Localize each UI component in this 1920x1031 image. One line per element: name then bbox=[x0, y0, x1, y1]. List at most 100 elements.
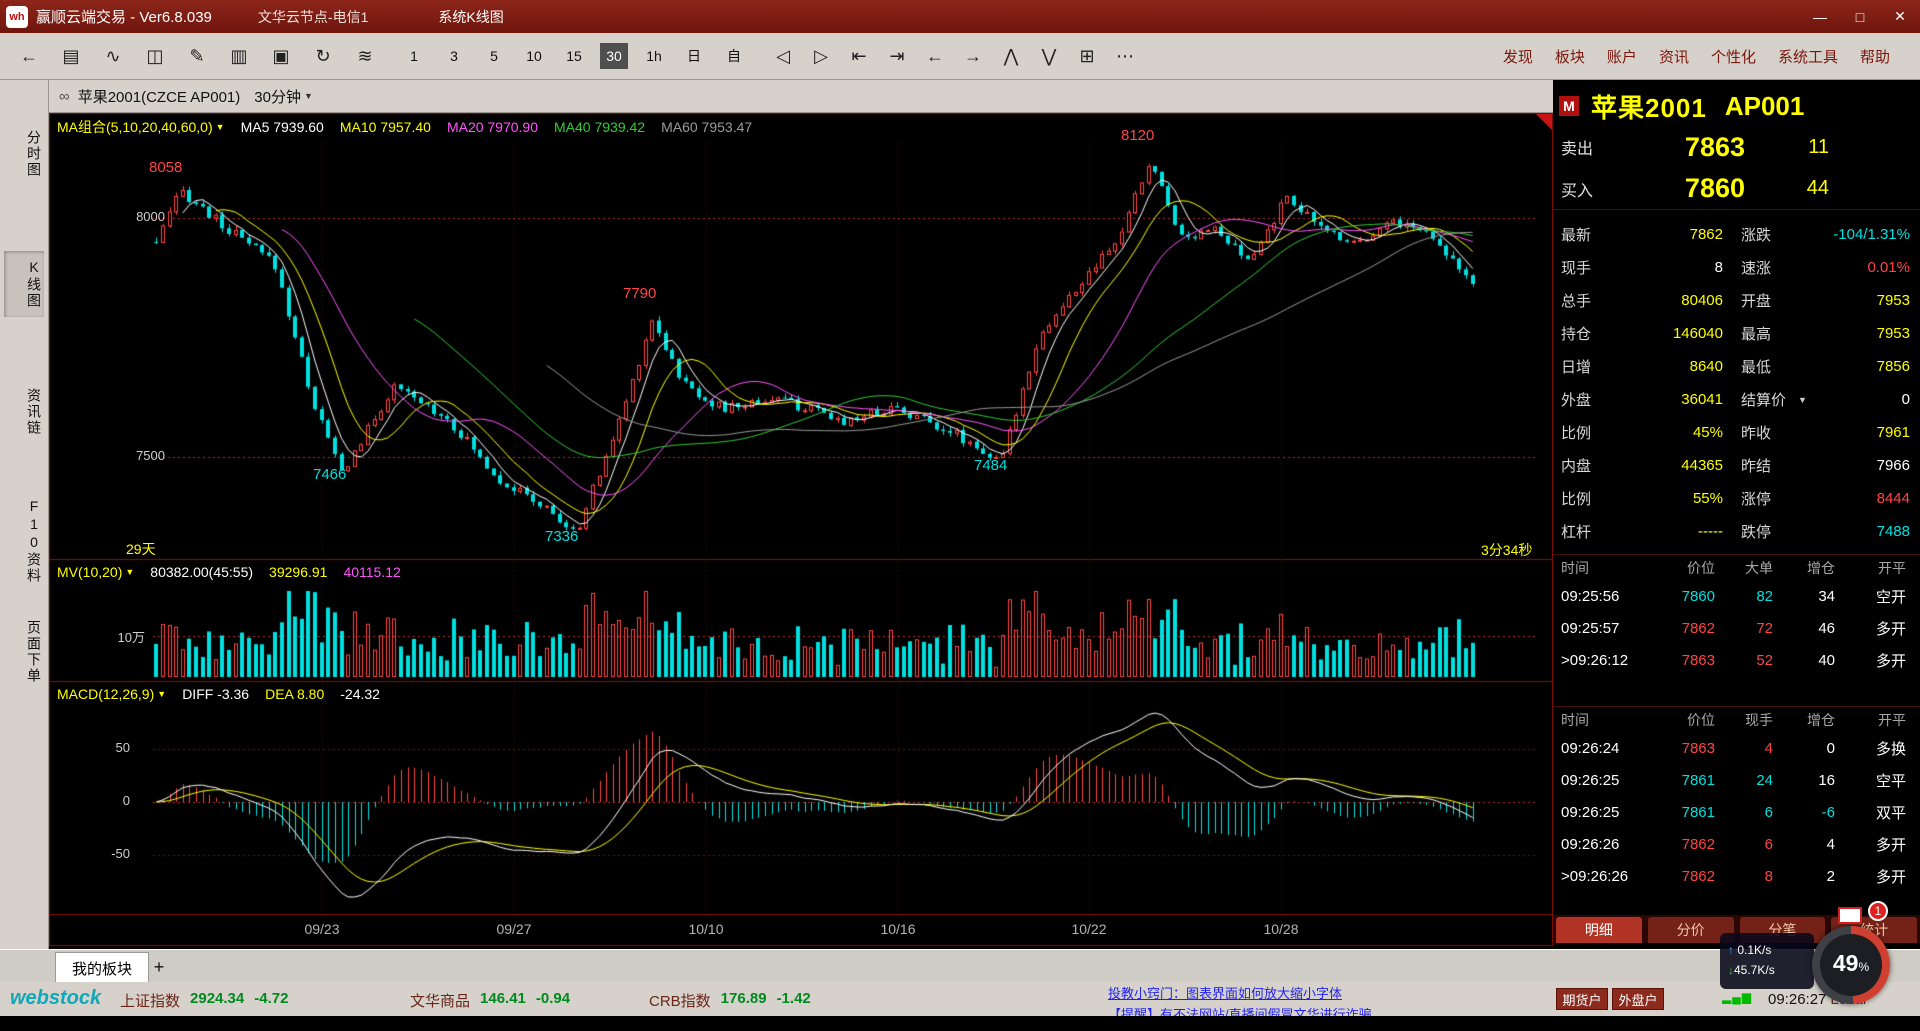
close-button[interactable]: ✕ bbox=[1880, 4, 1920, 30]
quote-value: 8640 bbox=[1615, 358, 1723, 375]
table-row[interactable]: >09:26:1278635240多开 bbox=[1553, 644, 1920, 676]
table-row[interactable]: 09:26:2578612416空平 bbox=[1553, 764, 1920, 796]
menu-help[interactable]: 帮助 bbox=[1860, 46, 1890, 67]
settlement-dropdown-icon[interactable]: ▼ bbox=[1798, 395, 1807, 405]
menu-news[interactable]: 资讯 bbox=[1659, 46, 1689, 67]
table-row[interactable]: 09:26:2578616-6双平 bbox=[1553, 796, 1920, 828]
period-button-15[interactable]: 15 bbox=[560, 43, 588, 69]
current-page-name[interactable]: 系统K线图 bbox=[438, 7, 503, 27]
maximize-button[interactable]: □ bbox=[1840, 4, 1880, 30]
cell-price: 7860 bbox=[1647, 588, 1715, 605]
index-value: 2924.34 bbox=[190, 990, 244, 1011]
index-name: CRB指数 bbox=[649, 990, 711, 1011]
notification-badge[interactable]: 1 bbox=[1868, 901, 1888, 921]
pan-left-icon[interactable]: ← bbox=[916, 40, 954, 72]
draw-tool-icon[interactable]: ✎ bbox=[176, 40, 218, 72]
cell-position-change: 34 bbox=[1773, 588, 1835, 605]
jump-end-icon[interactable]: ⇥ bbox=[878, 40, 916, 72]
ma-indicator-selector[interactable]: MA组合(5,10,20,40,60,0) ▼ bbox=[57, 117, 225, 137]
save-icon[interactable]: ▣ bbox=[260, 40, 302, 72]
ask-price: 7863 bbox=[1635, 132, 1745, 163]
period-button-日[interactable]: 日 bbox=[680, 43, 708, 69]
overseas-account-button[interactable]: 外盘户 bbox=[1612, 988, 1664, 1010]
quote-value: 0.01% bbox=[1795, 259, 1920, 276]
menu-boards[interactable]: 板块 bbox=[1555, 46, 1585, 67]
sidebar-tab-f10[interactable]: F10资料 bbox=[4, 490, 44, 592]
index-value: 176.89 bbox=[721, 990, 767, 1011]
download-speed: 45.7K/s bbox=[1734, 963, 1775, 977]
zigzag-icon[interactable]: ≋ bbox=[344, 40, 386, 72]
period-button-1h[interactable]: 1h bbox=[640, 43, 668, 69]
refresh-icon[interactable]: ↻ bbox=[302, 40, 344, 72]
quote-value: 7966 bbox=[1795, 457, 1920, 474]
message-icon[interactable] bbox=[1838, 907, 1862, 924]
volume-value: 40115.12 bbox=[343, 564, 400, 580]
back-icon[interactable]: ← bbox=[8, 40, 50, 72]
menu-discover[interactable]: 发现 bbox=[1503, 46, 1533, 67]
quote-label: 比例 bbox=[1553, 422, 1615, 443]
cell-position-change: 2 bbox=[1773, 868, 1835, 885]
compress-icon[interactable]: ⋀ bbox=[992, 40, 1030, 72]
sidebar-tab-kline[interactable]: K线图 bbox=[4, 251, 44, 317]
table-row[interactable]: >09:26:26786282多开 bbox=[1553, 860, 1920, 892]
more-icon[interactable]: ⋯ bbox=[1106, 40, 1144, 72]
period-button-5[interactable]: 5 bbox=[480, 43, 508, 69]
index-change: -4.72 bbox=[254, 990, 288, 1011]
line-chart-icon[interactable]: ∿ bbox=[92, 40, 134, 72]
quote-label: 涨跌 bbox=[1723, 224, 1795, 245]
bid-row[interactable]: 买入 7860 44 bbox=[1553, 168, 1920, 210]
price-annotation: 7484 bbox=[974, 457, 1007, 474]
pan-right-icon[interactable]: → bbox=[954, 40, 992, 72]
cell-time: >09:26:26 bbox=[1553, 868, 1647, 885]
link-icon[interactable]: ∞ bbox=[59, 88, 70, 105]
jump-start-icon[interactable]: ⇤ bbox=[840, 40, 878, 72]
kline-chart[interactable] bbox=[49, 113, 1553, 949]
period-button-10[interactable]: 10 bbox=[520, 43, 548, 69]
menu-system-tools[interactable]: 系统工具 bbox=[1778, 46, 1838, 67]
progress-gauge: 49 % bbox=[1812, 926, 1890, 1004]
table-row[interactable]: 09:26:26786264多开 bbox=[1553, 828, 1920, 860]
quote-value: ----- bbox=[1615, 523, 1723, 540]
prev-page-icon[interactable]: ◁ bbox=[764, 40, 802, 72]
table-header: 时间价位大单增仓开平 bbox=[1553, 554, 1920, 580]
date-axis-label: 10/28 bbox=[1253, 921, 1309, 937]
quote-symbol-code: AP001 bbox=[1725, 91, 1805, 122]
quote-value: 44365 bbox=[1615, 457, 1723, 474]
sidebar-tab-time-chart[interactable]: 分时图 bbox=[4, 122, 44, 186]
volume-value: 39296.91 bbox=[269, 564, 327, 580]
volume-indicator-selector[interactable]: MV(10,20) ▼ bbox=[57, 564, 134, 580]
index-quote: CRB指数176.89-1.42 bbox=[649, 990, 811, 1011]
cell-open-close: 多开 bbox=[1835, 650, 1920, 671]
board-icon[interactable]: ▤ bbox=[50, 40, 92, 72]
table-row[interactable]: 09:25:5778627246多开 bbox=[1553, 612, 1920, 644]
period-selector[interactable]: 30分钟 ▼ bbox=[254, 86, 313, 107]
cell-position-change: 46 bbox=[1773, 620, 1835, 637]
futures-account-button[interactable]: 期货户 bbox=[1556, 988, 1608, 1010]
column-header: 时间 bbox=[1553, 710, 1647, 730]
period-button-30[interactable]: 30 bbox=[600, 43, 628, 69]
period-button-3[interactable]: 3 bbox=[440, 43, 468, 69]
menu-personalize[interactable]: 个性化 bbox=[1711, 46, 1756, 67]
bar-chart-icon[interactable]: ▥ bbox=[218, 40, 260, 72]
grid-icon[interactable]: ⊞ bbox=[1068, 40, 1106, 72]
minimize-button[interactable]: — bbox=[1800, 4, 1840, 30]
sidebar-tab-page-order[interactable]: 页面下单 bbox=[4, 612, 44, 692]
my-board-tab[interactable]: 我的板块 bbox=[55, 952, 149, 983]
column-header: 开平 bbox=[1835, 558, 1920, 578]
cell-open-close: 多换 bbox=[1835, 738, 1920, 759]
notice-link-1[interactable]: 投教小窍门：图表界面如何放大缩小字体 bbox=[1108, 983, 1438, 1000]
macd-indicator-selector[interactable]: MACD(12,26,9) ▼ bbox=[57, 686, 166, 702]
table-row[interactable]: 09:26:24786340多换 bbox=[1553, 732, 1920, 764]
table-row[interactable]: 09:25:5678608234空开 bbox=[1553, 580, 1920, 612]
next-page-icon[interactable]: ▷ bbox=[802, 40, 840, 72]
sidebar-tab-news[interactable]: 资讯链 bbox=[4, 380, 44, 444]
period-button-1[interactable]: 1 bbox=[400, 43, 428, 69]
tab-detail[interactable]: 明细 bbox=[1556, 917, 1642, 943]
add-board-button[interactable]: + bbox=[146, 954, 172, 980]
expand-icon[interactable]: ⋁ bbox=[1030, 40, 1068, 72]
ask-row[interactable]: 卖出 7863 11 bbox=[1553, 126, 1920, 168]
menu-account[interactable]: 账户 bbox=[1607, 46, 1637, 67]
period-button-自[interactable]: 自 bbox=[720, 43, 748, 69]
minute-chart-icon[interactable]: ◫ bbox=[134, 40, 176, 72]
server-node-label: 文华云节点-电信1 bbox=[258, 7, 368, 27]
